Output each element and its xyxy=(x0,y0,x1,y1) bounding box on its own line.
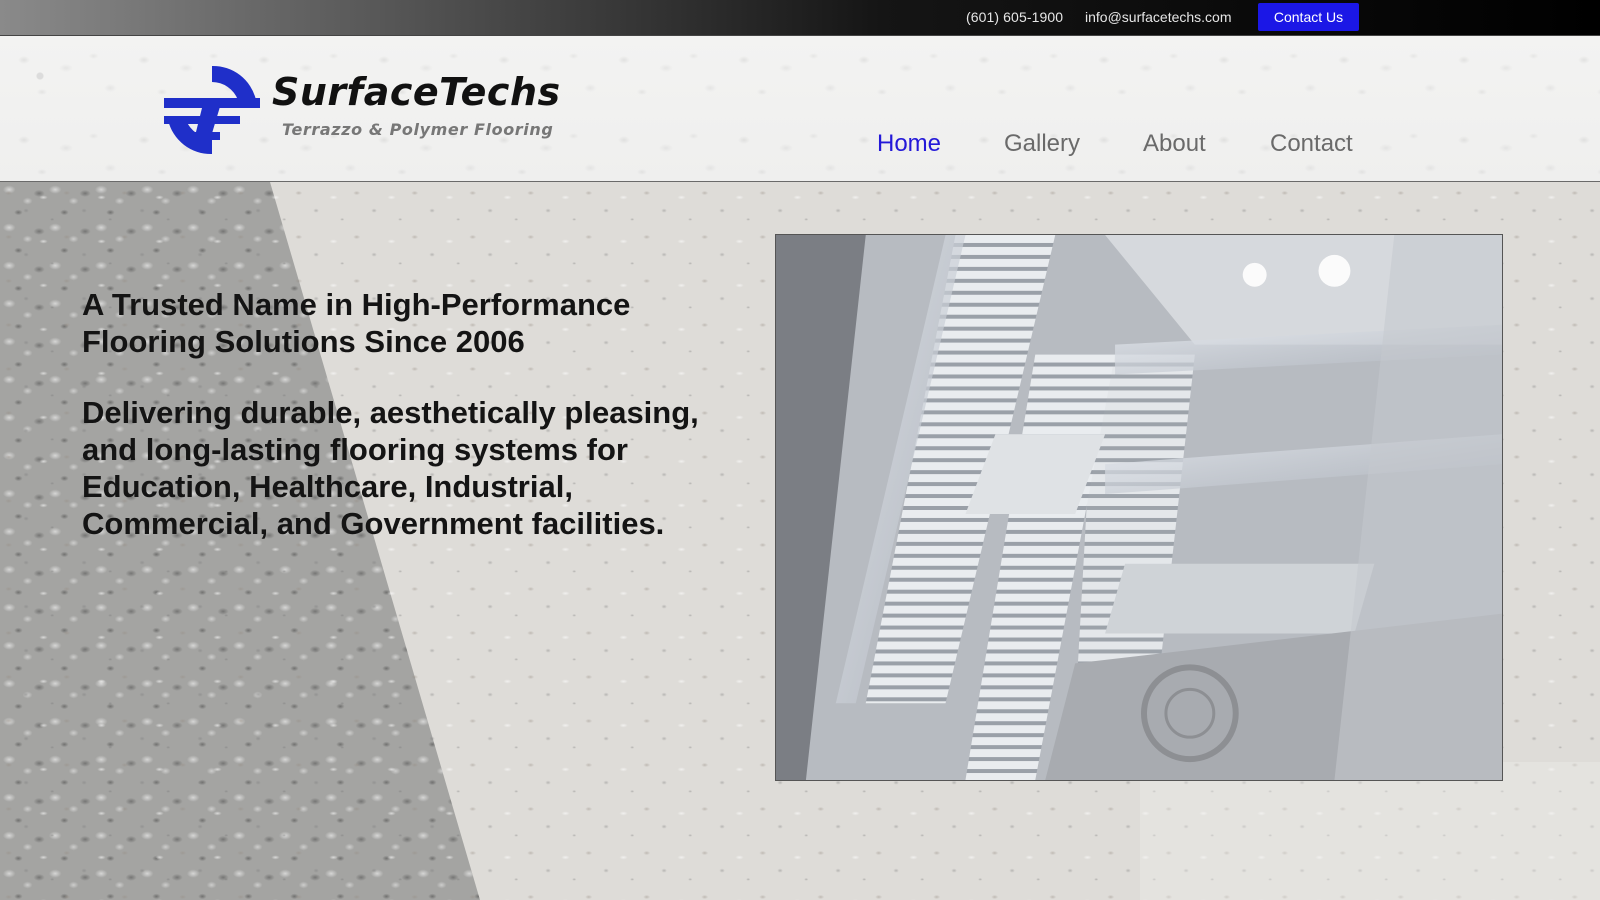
hero-heading: A Trusted Name in High-Performance Floor… xyxy=(82,287,631,359)
brand-tagline: Terrazzo & Polymer Flooring xyxy=(282,120,554,139)
nav-contact[interactable]: Contact xyxy=(1270,130,1353,158)
site-logo[interactable]: SurfaceTechs Terrazzo & Polymer Flooring xyxy=(164,60,624,162)
nav-home[interactable]: Home xyxy=(877,130,941,158)
background-tile-band xyxy=(1140,762,1600,900)
brand-name: SurfaceTechs xyxy=(272,70,561,114)
phone-link[interactable]: (601) 605-1900 xyxy=(966,9,1063,25)
contact-us-button[interactable]: Contact Us xyxy=(1258,3,1359,31)
staircase-photo-icon xyxy=(776,235,1502,780)
nav-about[interactable]: About xyxy=(1143,130,1206,158)
hero-section: A Trusted Name in High-Performance Floor… xyxy=(0,182,1600,900)
top-utility-bar: (601) 605-1900 info@surfacetechs.com Con… xyxy=(0,0,1600,36)
staircase-photo xyxy=(775,234,1503,781)
email-link[interactable]: info@surfacetechs.com xyxy=(1085,9,1232,25)
hero-subheading: Delivering durable, aesthetically pleasi… xyxy=(82,395,699,541)
surfacetechs-logo-icon xyxy=(164,65,260,155)
site-header: SurfaceTechs Terrazzo & Polymer Flooring… xyxy=(0,36,1600,182)
nav-gallery[interactable]: Gallery xyxy=(1004,130,1080,158)
